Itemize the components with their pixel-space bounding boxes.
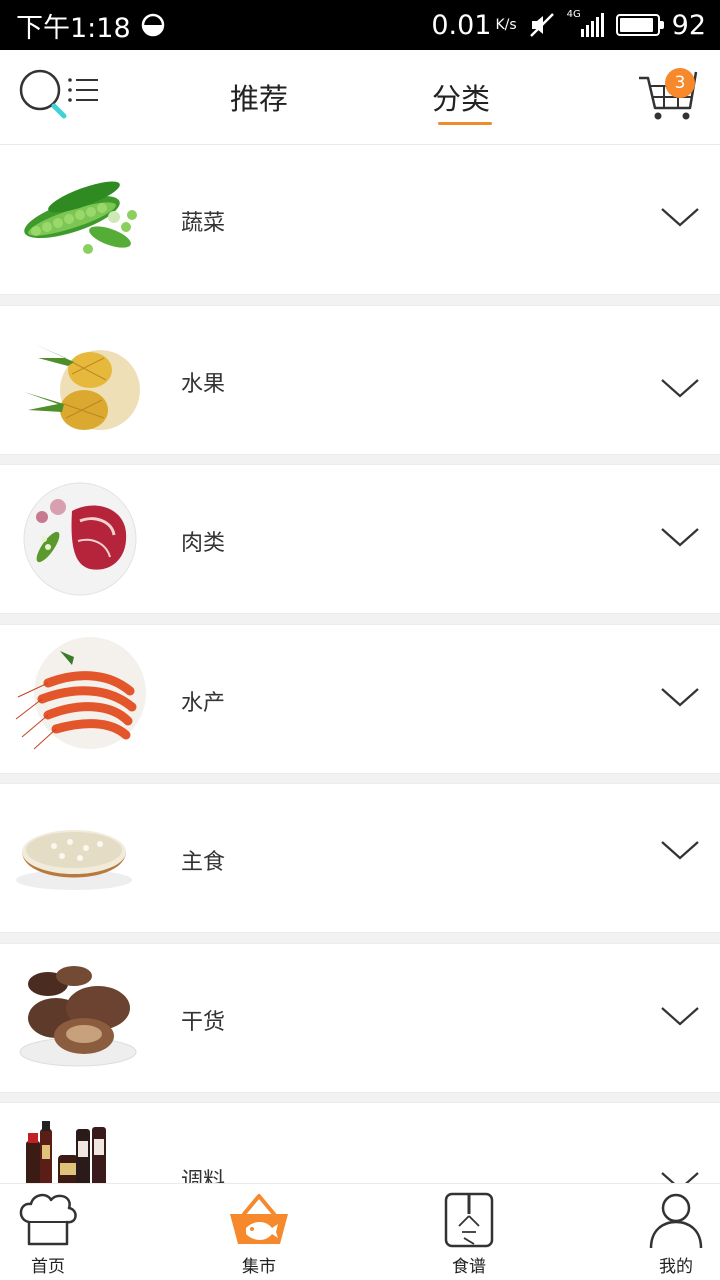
- signal-label: 4G: [566, 9, 581, 20]
- cart-count-badge: 3: [665, 68, 695, 98]
- mushroom-icon: [19, 965, 137, 1066]
- chevron-down-icon[interactable]: [660, 525, 700, 549]
- net-speed: 0.01: [431, 9, 492, 41]
- steak-icon: [23, 482, 137, 596]
- status-time: 下午1:18: [16, 12, 131, 44]
- category-item-dried-goods[interactable]: 干货: [0, 942, 720, 1093]
- tab-profile[interactable]: 我的: [631, 1192, 720, 1277]
- tab-label: 首页: [31, 1257, 65, 1277]
- chevron-down-icon[interactable]: [660, 376, 700, 400]
- category-label: 主食: [181, 850, 226, 875]
- category-item-staple[interactable]: 主食: [0, 783, 720, 933]
- category-list[interactable]: 蔬菜 水果 肉类 水产 主食 干货 调料: [0, 145, 720, 1183]
- battery-icon: [615, 14, 664, 36]
- search-icon: [19, 69, 98, 119]
- pineapple-icon: [24, 343, 140, 430]
- peas-icon: [24, 181, 137, 254]
- category-label: 干货: [181, 1009, 226, 1035]
- battery-percent: 92: [671, 9, 706, 41]
- chevron-down-icon[interactable]: [660, 838, 700, 862]
- net-speed-unit: K/s: [495, 17, 517, 33]
- market-basket-icon: [230, 1194, 288, 1244]
- category-label: 调料: [181, 1169, 226, 1183]
- chevron-down-icon[interactable]: [660, 1169, 700, 1183]
- sauce-bottles-icon: [26, 1121, 106, 1183]
- category-label: 水果: [181, 371, 226, 397]
- signal-icon: 4G: [567, 9, 604, 37]
- chevron-down-icon[interactable]: [660, 205, 700, 229]
- chef-hat-icon: [19, 1193, 77, 1246]
- tab-recommend[interactable]: 推荐: [230, 76, 288, 118]
- tab-market[interactable]: 集市: [214, 1192, 304, 1277]
- category-item-seasoning[interactable]: 调料: [0, 1102, 720, 1183]
- user-icon: [649, 1193, 703, 1248]
- bottom-tab-bar: 首页 集市 食谱 我的: [0, 1183, 720, 1280]
- category-item-seafood[interactable]: 水产: [0, 623, 720, 774]
- category-item-vegetables[interactable]: 蔬菜: [0, 145, 720, 295]
- recipe-book-icon: [444, 1192, 494, 1248]
- chevron-down-icon[interactable]: [660, 1004, 700, 1028]
- tab-home[interactable]: 首页: [3, 1192, 93, 1277]
- tab-label: 食谱: [452, 1257, 486, 1277]
- category-label: 蔬菜: [181, 211, 226, 236]
- category-label: 肉类: [181, 531, 226, 556]
- search-menu-button[interactable]: [18, 68, 104, 120]
- category-item-fruits[interactable]: 水果: [0, 304, 720, 455]
- shrimp-icon: [15, 636, 146, 749]
- top-nav: 推荐 分类 3: [0, 50, 720, 145]
- tab-recipes[interactable]: 食谱: [424, 1192, 514, 1277]
- half-moon-icon: [141, 13, 164, 37]
- tab-label: 我的: [659, 1257, 693, 1277]
- tab-label: 集市: [242, 1257, 276, 1277]
- active-tab-indicator: [438, 122, 492, 125]
- category-item-meat[interactable]: 肉类: [0, 464, 720, 614]
- status-bar: 下午1:18 0.01 K/s 4G 92: [0, 0, 720, 50]
- category-label: 水产: [181, 690, 226, 716]
- chevron-down-icon[interactable]: [660, 685, 700, 709]
- rice-bowl-icon: [16, 830, 132, 890]
- tab-category[interactable]: 分类: [432, 76, 490, 118]
- muted-speaker-icon: [529, 13, 554, 37]
